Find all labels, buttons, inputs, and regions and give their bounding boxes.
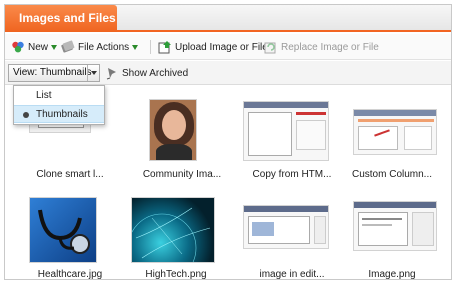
file-name: Image.png xyxy=(368,269,416,280)
upload-icon xyxy=(158,41,171,54)
view-option-list[interactable]: List xyxy=(14,87,104,105)
view-option-label: Thumbnails xyxy=(36,109,88,120)
replace-icon xyxy=(264,42,276,54)
view-option-label: List xyxy=(36,90,52,101)
file-name: Custom Column... xyxy=(351,169,433,180)
file-thumbnail xyxy=(29,197,97,263)
chevron-down-icon xyxy=(87,65,99,81)
view-select[interactable]: View: Thumbnails xyxy=(8,64,100,82)
file-name: Healthcare.jpg xyxy=(37,269,103,280)
gear-icon xyxy=(61,40,75,53)
view-select-value: View: Thumbnails xyxy=(13,67,92,78)
panel-title-tab[interactable]: Images and Files xyxy=(5,5,117,32)
chevron-down-icon xyxy=(132,44,139,50)
replace-label: Replace Image or File xyxy=(281,41,379,53)
file-thumbnail xyxy=(149,99,197,161)
upload-button[interactable]: Upload Image or File xyxy=(158,39,268,55)
chevron-down-icon xyxy=(51,44,58,50)
file-actions-label: File Actions xyxy=(78,41,130,53)
file-thumbnail xyxy=(243,101,329,161)
new-button-label: New xyxy=(28,41,49,53)
file-item[interactable]: image in edit... xyxy=(237,189,347,279)
file-item[interactable]: Healthcare.jpg xyxy=(15,189,125,279)
upload-label: Upload Image or File xyxy=(175,41,268,53)
file-name: HighTech.png xyxy=(145,269,207,280)
show-archived-label: Show Archived xyxy=(122,67,189,79)
file-name: Copy from HTM... xyxy=(252,169,332,180)
file-item[interactable]: Custom Column... xyxy=(339,87,449,183)
toolbar-divider xyxy=(150,40,151,54)
show-archived-button[interactable]: Show Archived xyxy=(105,64,188,82)
archive-pin-icon xyxy=(106,68,116,80)
file-thumbnail xyxy=(131,197,215,263)
view-dropdown-menu: List Thumbnails xyxy=(13,85,105,125)
file-name: Community Ima... xyxy=(142,169,222,180)
file-name: image in edit... xyxy=(259,269,325,280)
view-option-thumbnails[interactable]: Thumbnails xyxy=(14,105,104,123)
file-item[interactable]: Community Ima... xyxy=(127,87,237,183)
replace-button[interactable]: Replace Image or File xyxy=(264,39,379,55)
new-icon xyxy=(12,41,24,53)
file-item[interactable]: HighTech.png xyxy=(121,189,231,279)
file-item[interactable]: Image.png xyxy=(339,189,449,279)
file-item[interactable]: Copy from HTM... xyxy=(237,87,347,183)
file-actions-button[interactable]: File Actions xyxy=(61,39,139,55)
selected-radio-icon xyxy=(23,112,29,118)
images-and-files-panel: Images and Files New File Actions Upload… xyxy=(4,4,452,280)
file-thumbnail xyxy=(353,109,437,155)
panel-header: Images and Files xyxy=(5,5,451,32)
toolbar: New File Actions Upload Image or File Re… xyxy=(5,34,451,60)
new-button[interactable]: New xyxy=(11,39,58,55)
file-thumbnail xyxy=(353,201,437,251)
file-name: Clone smart l... xyxy=(36,169,104,180)
view-bar: View: Thumbnails Show Archived xyxy=(5,61,451,85)
file-thumbnail xyxy=(243,205,329,249)
